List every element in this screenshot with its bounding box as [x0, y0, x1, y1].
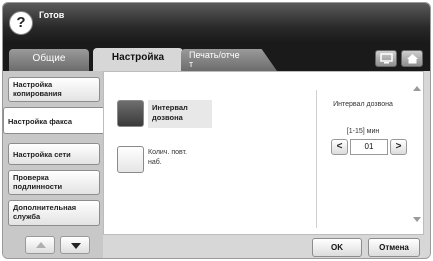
sidebar-item-additional-service[interactable]: Дополнительная служба: [8, 200, 100, 226]
status-title: Готов: [39, 10, 65, 20]
tab-general[interactable]: Общие: [9, 49, 89, 71]
tab-strip: Общие Настройка Печать/отче т: [3, 43, 430, 72]
scroll-down-icon[interactable]: [413, 217, 421, 222]
stepper-title: Интервал дозвона: [333, 101, 393, 108]
scroll-up-icon[interactable]: [413, 86, 421, 91]
sidebar-item-label: Настройка копирования: [13, 80, 62, 98]
increase-button[interactable]: >: [390, 139, 407, 155]
stepper-range-label: [1-15] мин: [346, 128, 380, 135]
sidebar-item-fax-settings[interactable]: Настройка факса: [3, 107, 103, 134]
tab-print-report[interactable]: Печать/отче т: [181, 49, 277, 71]
settings-sidebar: Настройка копирования Настройка факса На…: [3, 71, 103, 258]
fax-settings-panel: Интервал дозвона Колич. повт. наб. Интер…: [103, 71, 424, 235]
sidebar-item-authentication[interactable]: Проверка подлинности: [8, 170, 100, 195]
sidebar-item-label: Проверка подлинности: [13, 173, 63, 191]
bottom-bar: OK Отмена: [103, 235, 430, 258]
panel-divider: [316, 90, 317, 228]
redial-interval-option-button[interactable]: [117, 100, 144, 127]
redial-interval-option-label[interactable]: Интервал дозвона: [148, 100, 212, 128]
cancel-button[interactable]: Отмена: [368, 238, 420, 257]
tab-settings[interactable]: Настройка: [93, 48, 183, 72]
sidebar-item-label: Настройка сети: [13, 150, 71, 159]
monitor-icon: [380, 53, 393, 64]
job-status-button[interactable]: [375, 50, 397, 67]
redial-interval-value[interactable]: 01: [350, 139, 388, 155]
sidebar-item-label: Настройка факса: [8, 117, 73, 126]
sidebar-scroll-down-button[interactable]: [60, 236, 90, 254]
redial-count-option-label[interactable]: Колич. повт. наб.: [148, 148, 187, 168]
arrow-up-icon: [36, 242, 46, 248]
tab-print-report-label: Печать/отче т: [189, 50, 240, 69]
sidebar-item-network-settings[interactable]: Настройка сети: [8, 143, 100, 165]
title-bar: ? Готов: [3, 3, 430, 43]
home-button[interactable]: [401, 50, 423, 67]
device-screen: ? Готов Общие Настройка Печать/отче т На…: [2, 2, 431, 259]
sidebar-item-label: Дополнительная служба: [13, 203, 77, 221]
ok-button[interactable]: OK: [312, 238, 362, 257]
arrow-down-icon: [71, 243, 81, 249]
home-icon: [407, 54, 418, 64]
sidebar-scroll-up-button[interactable]: [25, 236, 55, 254]
sidebar-item-copy-settings[interactable]: Настройка копирования: [8, 77, 100, 102]
panel-scrollbar[interactable]: [411, 76, 423, 232]
help-button[interactable]: ?: [9, 11, 33, 35]
redial-count-option-button[interactable]: [117, 146, 144, 173]
decrease-button[interactable]: <: [331, 139, 348, 155]
